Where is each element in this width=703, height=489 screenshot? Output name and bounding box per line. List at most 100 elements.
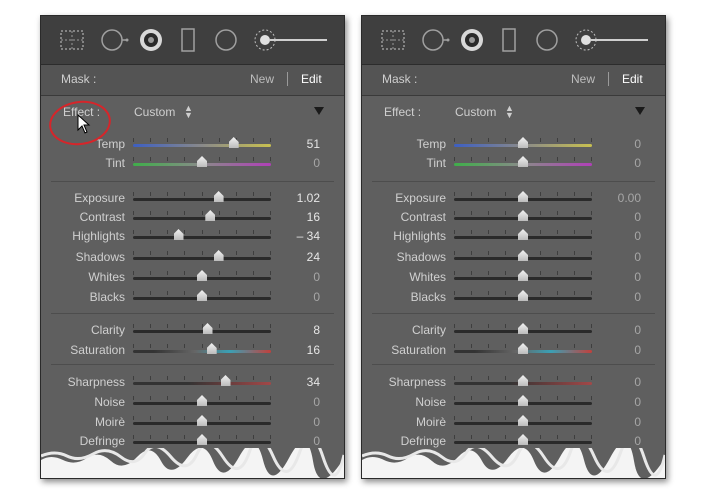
slider-value-highlights[interactable]: – 34 bbox=[297, 229, 320, 243]
slider-value-moir[interactable]: 0 bbox=[313, 415, 320, 429]
slider-track-noise[interactable] bbox=[133, 395, 271, 406]
slider-row-contrast: Contrast 16 bbox=[41, 209, 344, 227]
slider-ticks bbox=[133, 192, 271, 196]
slider-track-sharpness[interactable] bbox=[454, 375, 592, 386]
collapse-triangle-icon[interactable] bbox=[314, 107, 324, 115]
slider-value-blacks[interactable]: 0 bbox=[313, 290, 320, 304]
graduated-filter-icon[interactable] bbox=[501, 27, 517, 53]
slider-value-contrast[interactable]: 16 bbox=[307, 210, 320, 224]
slider-value-clarity[interactable]: 8 bbox=[313, 323, 320, 337]
slider-track-clarity[interactable] bbox=[133, 323, 271, 334]
spot-removal-icon[interactable] bbox=[420, 27, 450, 53]
slider-value-shadows[interactable]: 24 bbox=[307, 250, 320, 264]
slider-label-sharpness: Sharpness bbox=[67, 375, 125, 389]
mouse-pointer-icon bbox=[77, 113, 91, 139]
slider-value-temp[interactable]: 0 bbox=[634, 137, 641, 151]
slider-track-noise[interactable] bbox=[454, 395, 592, 406]
develop-panel-edited: Mask : New Edit Effect : Custom ▲ ▼ Temp … bbox=[40, 15, 345, 479]
slider-value-blacks[interactable]: 0 bbox=[634, 290, 641, 304]
slider-track-exposure[interactable] bbox=[454, 191, 592, 202]
radial-filter-icon[interactable] bbox=[213, 27, 239, 53]
spot-removal-icon[interactable] bbox=[99, 27, 129, 53]
effect-preset-dropdown[interactable]: Custom bbox=[134, 105, 175, 119]
mask-new-button[interactable]: New bbox=[250, 72, 274, 86]
slider-track-blacks[interactable] bbox=[454, 290, 592, 301]
slider-track-defringe[interactable] bbox=[133, 434, 271, 445]
graduated-filter-icon[interactable] bbox=[180, 27, 196, 53]
crop-overlay-icon[interactable] bbox=[380, 28, 406, 52]
slider-value-tint[interactable]: 0 bbox=[634, 156, 641, 170]
radial-filter-icon[interactable] bbox=[534, 27, 560, 53]
section-divider bbox=[51, 313, 334, 314]
slider-track-whites[interactable] bbox=[133, 270, 271, 281]
slider-track-defringe[interactable] bbox=[454, 434, 592, 445]
effect-label[interactable]: Effect : bbox=[384, 105, 421, 119]
slider-value-moir[interactable]: 0 bbox=[634, 415, 641, 429]
slider-track-highlights[interactable] bbox=[133, 229, 271, 240]
torn-edge bbox=[362, 448, 665, 478]
slider-value-saturation[interactable]: 16 bbox=[307, 343, 320, 357]
mask-new-button[interactable]: New bbox=[571, 72, 595, 86]
slider-track-blacks[interactable] bbox=[133, 290, 271, 301]
slider-value-exposure[interactable]: 1.02 bbox=[297, 191, 320, 205]
slider-row-exposure: Exposure 0.00 bbox=[362, 190, 665, 208]
mask-edit-button[interactable]: Edit bbox=[622, 72, 643, 86]
slider-value-clarity[interactable]: 0 bbox=[634, 323, 641, 337]
slider-track-whites[interactable] bbox=[454, 270, 592, 281]
slider-value-contrast[interactable]: 0 bbox=[634, 210, 641, 224]
slider-label-exposure: Exposure bbox=[395, 191, 446, 205]
slider-track-tint[interactable] bbox=[133, 156, 271, 167]
red-eye-icon[interactable] bbox=[138, 27, 164, 53]
slider-track-saturation[interactable] bbox=[133, 343, 271, 354]
slider-track-contrast[interactable] bbox=[133, 210, 271, 221]
slider-track-highlights[interactable] bbox=[454, 229, 592, 240]
slider-value-highlights[interactable]: 0 bbox=[634, 229, 641, 243]
slider-value-shadows[interactable]: 0 bbox=[634, 250, 641, 264]
slider-track-exposure[interactable] bbox=[133, 191, 271, 202]
slider-value-saturation[interactable]: 0 bbox=[634, 343, 641, 357]
updown-arrows-icon[interactable]: ▲ ▼ bbox=[184, 104, 193, 120]
slider-value-tint[interactable]: 0 bbox=[313, 156, 320, 170]
slider-value-defringe[interactable]: 0 bbox=[634, 434, 641, 448]
slider-track-shadows[interactable] bbox=[133, 250, 271, 261]
slider-row-blacks: Blacks 0 bbox=[41, 289, 344, 307]
effect-preset-dropdown[interactable]: Custom bbox=[455, 105, 496, 119]
tool-strip bbox=[362, 16, 665, 65]
slider-value-whites[interactable]: 0 bbox=[634, 270, 641, 284]
slider-label-clarity: Clarity bbox=[90, 323, 125, 337]
slider-value-temp[interactable]: 51 bbox=[307, 137, 320, 151]
adjustment-brush-icon[interactable] bbox=[252, 27, 332, 53]
slider-track-temp[interactable] bbox=[454, 137, 592, 148]
crop-overlay-icon[interactable] bbox=[59, 28, 85, 52]
slider-row-noise: Noise 0 bbox=[362, 394, 665, 412]
develop-panel-reset: Mask : New Edit Effect : Custom ▲ ▼ Temp … bbox=[361, 15, 666, 479]
slider-value-sharpness[interactable]: 34 bbox=[307, 375, 320, 389]
section-divider bbox=[372, 364, 655, 365]
mask-edit-button[interactable]: Edit bbox=[301, 72, 322, 86]
slider-track-moir[interactable] bbox=[133, 415, 271, 426]
red-eye-icon[interactable] bbox=[459, 27, 485, 53]
slider-value-whites[interactable]: 0 bbox=[313, 270, 320, 284]
slider-track-tint[interactable] bbox=[454, 156, 592, 167]
slider-track-moir[interactable] bbox=[454, 415, 592, 426]
slider-row-shadows: Shadows 24 bbox=[41, 249, 344, 267]
section-divider bbox=[51, 181, 334, 182]
slider-track-clarity[interactable] bbox=[454, 323, 592, 334]
slider-label-blacks: Blacks bbox=[410, 290, 446, 304]
slider-track-sharpness[interactable] bbox=[133, 375, 271, 386]
slider-value-noise[interactable]: 0 bbox=[634, 395, 641, 409]
slider-track-contrast[interactable] bbox=[454, 210, 592, 221]
updown-arrows-icon[interactable]: ▲ ▼ bbox=[505, 104, 514, 120]
slider-value-defringe[interactable]: 0 bbox=[313, 434, 320, 448]
slider-value-sharpness[interactable]: 0 bbox=[634, 375, 641, 389]
collapse-triangle-icon[interactable] bbox=[635, 107, 645, 115]
slider-value-exposure[interactable]: 0.00 bbox=[618, 191, 641, 205]
tool-strip bbox=[41, 16, 344, 65]
slider-track-shadows[interactable] bbox=[454, 250, 592, 261]
slider-ticks bbox=[133, 230, 271, 234]
slider-track-saturation[interactable] bbox=[454, 343, 592, 354]
adjustment-brush-icon[interactable] bbox=[573, 27, 653, 53]
slider-track-temp[interactable] bbox=[133, 137, 271, 148]
slider-label-tint: Tint bbox=[426, 156, 446, 170]
slider-value-noise[interactable]: 0 bbox=[313, 395, 320, 409]
